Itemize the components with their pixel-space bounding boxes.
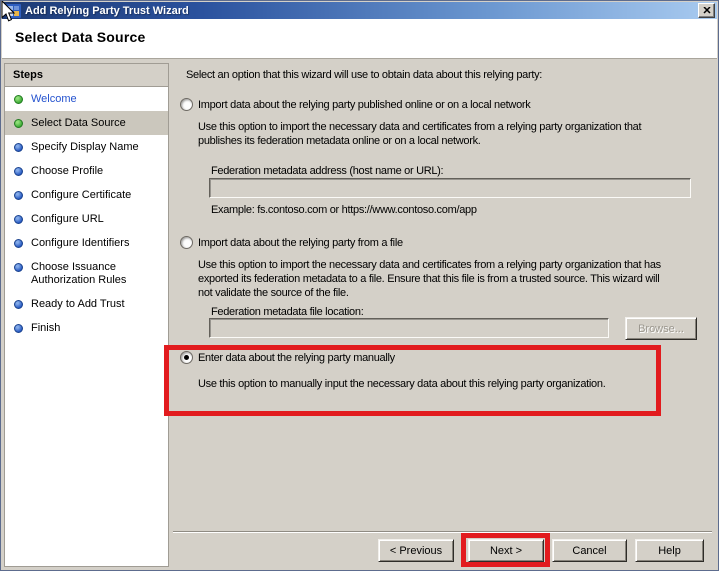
help-button[interactable]: Help [635,539,704,562]
step-completed-dot-icon [14,119,23,128]
step-label: Finish [31,322,61,334]
add-relying-party-trust-wizard-dialog: Add Relying Party Trust Wizard Select Da… [0,0,719,571]
federation-metadata-address-input [209,178,691,198]
radio-import-online-label: Import data about the relying party publ… [198,99,531,111]
close-button[interactable] [698,3,715,18]
step-upcoming-dot-icon [14,215,23,224]
step-item-configure-certificate: Configure Certificate [5,183,168,207]
step-upcoming-dot-icon [14,239,23,248]
next-button[interactable]: Next > [468,539,544,562]
step-label: Specify Display Name [31,141,139,153]
step-upcoming-dot-icon [14,167,23,176]
wizard-page-header: Select Data Source [2,19,717,59]
federation-metadata-file-label: Federation metadata file location: [211,306,364,318]
step-item-configure-url: Configure URL [5,207,168,231]
step-upcoming-dot-icon [14,263,23,272]
step-upcoming-dot-icon [14,191,23,200]
step-completed-dot-icon [14,95,23,104]
step-label: Configure Certificate [31,189,132,201]
step-item-select-data-source: Select Data Source [5,111,168,135]
mouse-arrow-pointer-icon [1,1,15,22]
federation-metadata-file-input [209,318,609,338]
step-item-welcome[interactable]: Welcome [5,87,168,111]
step-label: Select Data Source [31,117,126,129]
option-online-description: Use this option to import the necessary … [198,121,642,147]
step-upcoming-dot-icon [14,300,23,309]
step-label: Configure Identifiers [31,237,130,249]
step-label: Choose Issuance Authorization Rules [31,261,127,286]
page-title: Select Data Source [15,29,146,45]
browse-button: Browse... [625,317,697,340]
previous-button[interactable]: < Previous [378,539,454,562]
step-item-configure-identifiers: Configure Identifiers [5,231,168,255]
radio-import-online[interactable] [180,98,193,111]
step-item-finish: Finish [5,316,168,340]
radio-import-file[interactable] [180,236,193,249]
option-file-description: Use this option to import the necessary … [198,259,661,299]
step-item-choose-issuance-authorization-rules: Choose Issuance Authorization Rules [5,255,165,292]
instruction-text: Select an option that this wizard will u… [186,69,543,81]
step-upcoming-dot-icon [14,143,23,152]
radio-enter-manually-label: Enter data about the relying party manua… [198,352,395,364]
radio-import-file-label: Import data about the relying party from… [198,237,403,249]
cancel-button[interactable]: Cancel [552,539,627,562]
steps-sidebar: Steps Welcome Select Data Source Specify… [4,63,169,567]
federation-metadata-address-label: Federation metadata address (host name o… [211,165,444,177]
steps-header: Steps [5,64,168,87]
step-item-ready-to-add-trust: Ready to Add Trust [5,292,168,316]
step-label: Configure URL [31,213,104,225]
step-upcoming-dot-icon [14,324,23,333]
step-item-choose-profile: Choose Profile [5,159,168,183]
window-title: Add Relying Party Trust Wizard [25,4,189,17]
radio-enter-manually[interactable] [180,351,193,364]
step-label: Ready to Add Trust [31,298,125,310]
step-item-specify-display-name: Specify Display Name [5,135,168,159]
metadata-address-example-text: Example: fs.contoso.com or https://www.c… [211,204,477,216]
step-label: Welcome [31,93,77,105]
step-label: Choose Profile [31,165,104,177]
footer-separator [173,531,712,533]
close-x-icon [702,7,711,14]
option-manual-description: Use this option to manually input the ne… [198,378,606,390]
title-bar: Add Relying Party Trust Wizard [2,2,717,19]
